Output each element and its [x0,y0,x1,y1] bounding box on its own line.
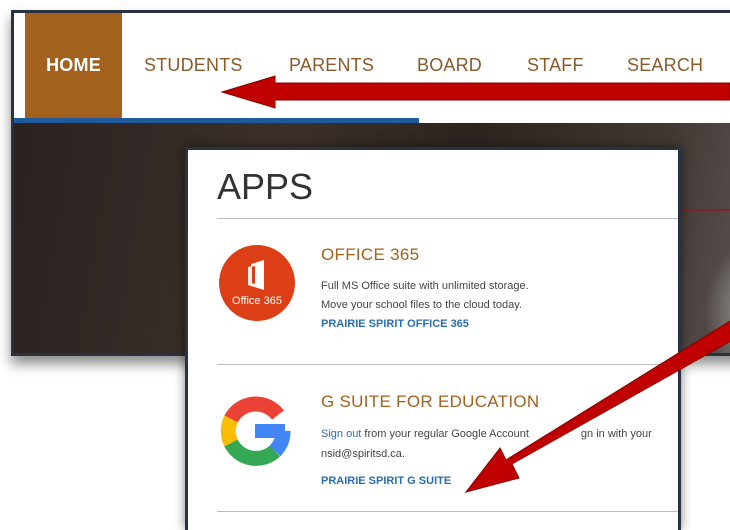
apps-title: APPS [217,166,314,207]
nav-search[interactable]: SEARCH [627,13,703,118]
office-desc-line2: Move your school files to the cloud toda… [321,299,522,311]
office-365-link[interactable]: PRAIRIE SPIRIT OFFICE 365 [321,318,469,330]
apps-panel: APPS Office 365 OFFICE 365 Full MS Offic… [185,147,681,530]
gsuite-desc-line1: Sign out from your regular Google Accoun… [321,426,661,443]
sign-out-link[interactable]: Sign out [321,428,361,440]
hero-accent-line [674,209,730,211]
divider [217,364,678,365]
office-365-title: OFFICE 365 [321,245,420,264]
office-365-logo-icon[interactable]: Office 365 [219,245,295,321]
nav-parents[interactable]: PARENTS [289,13,374,118]
gsuite-desc-line2: nsid@spiritsd.ca. [321,448,405,460]
gsuite-desc-text: from your regular Google Account [361,428,529,440]
gsuite-link[interactable]: PRAIRIE SPIRIT G SUITE [321,475,451,487]
nav-staff[interactable]: STAFF [527,13,584,118]
office-logo-text: Office 365 [232,295,282,307]
hero-highlight [704,238,730,353]
divider [217,511,678,512]
divider [217,218,678,219]
office-desc-line1: Full MS Office suite with unlimited stor… [321,280,529,292]
nav-students[interactable]: STUDENTS [144,13,243,118]
nav-home[interactable]: HOME [25,13,122,118]
main-navbar: HOME STUDENTS PARENTS BOARD STAFF SEARCH [14,13,730,118]
gsuite-desc-tail: gn in with your [580,428,652,440]
gsuite-title: G SUITE FOR EDUCATION [321,392,540,411]
nav-board[interactable]: BOARD [417,13,482,118]
google-g-logo-icon[interactable] [217,393,293,469]
